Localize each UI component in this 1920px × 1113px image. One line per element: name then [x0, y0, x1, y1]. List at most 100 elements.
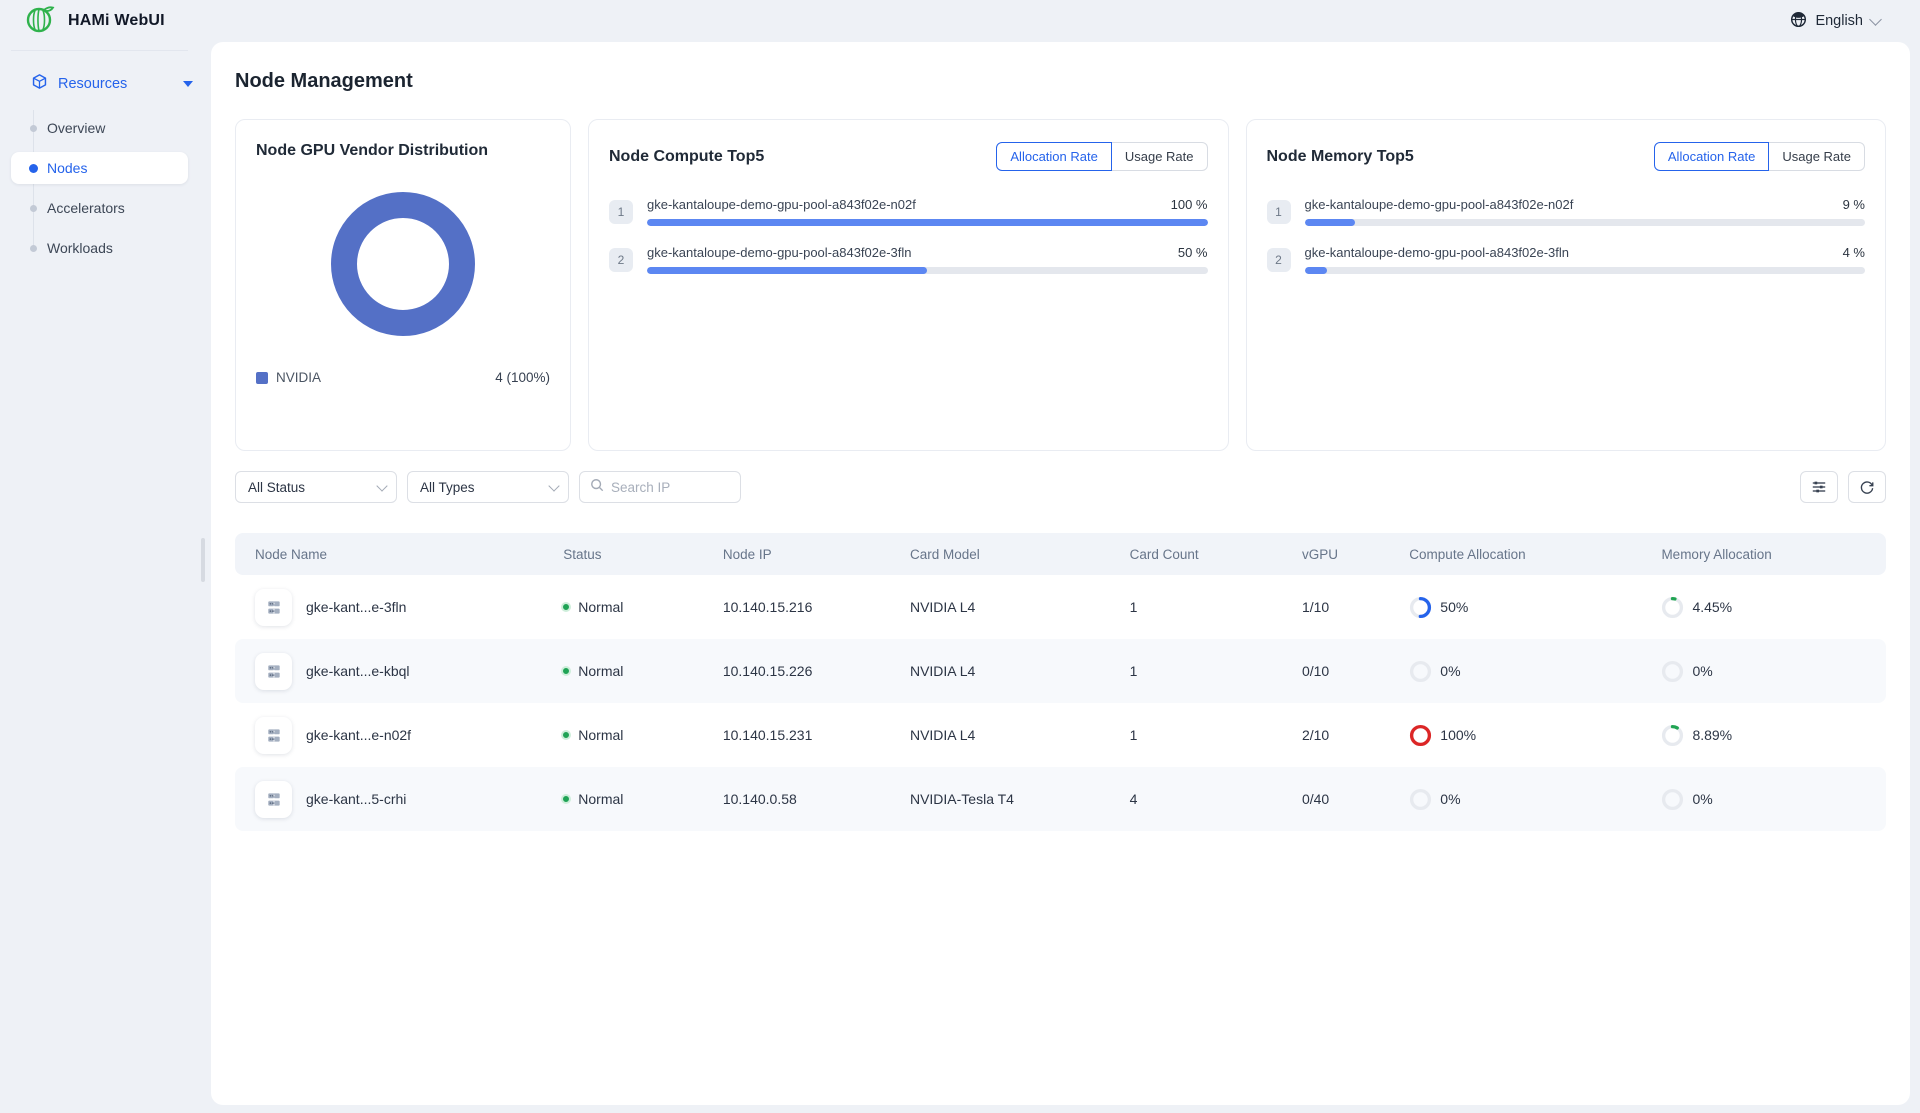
compute-top5-card: Node Compute Top5 Allocation Rate Usage …	[588, 119, 1229, 451]
compute-ring-gauge	[1409, 788, 1432, 811]
refresh-button[interactable]	[1848, 471, 1886, 503]
top5-rate-value: 4 %	[1843, 245, 1865, 260]
memory-card-title: Node Memory Top5	[1267, 148, 1414, 166]
col-node-name: Node Name	[255, 547, 563, 562]
node-name: gke-kant...e-n02f	[306, 727, 411, 743]
main-panel: Node Management Node GPU Vendor Distribu…	[211, 42, 1910, 1105]
sidebar-item-label: Overview	[47, 120, 105, 136]
memory-allocation-cell: 4.45%	[1661, 596, 1886, 619]
col-card-count: Card Count	[1130, 547, 1302, 562]
col-vgpu: vGPU	[1302, 547, 1409, 562]
memory-allocation-value: 0%	[1692, 791, 1712, 807]
rank-badge: 2	[609, 248, 633, 272]
memory-allocation-cell: 0%	[1661, 660, 1886, 683]
node-ip: 10.140.0.58	[723, 791, 910, 807]
status-label: Normal	[578, 727, 623, 743]
language-label: English	[1815, 13, 1863, 29]
usage-rate-button[interactable]: Usage Rate	[1769, 142, 1865, 171]
memory-ring-gauge	[1661, 660, 1684, 683]
rank-badge: 1	[1267, 200, 1291, 224]
legend-swatch-icon	[256, 372, 268, 384]
top5-progress-bar	[1305, 219, 1866, 226]
card-model: NVIDIA-Tesla T4	[910, 791, 1130, 807]
node-icon	[255, 717, 292, 754]
status-filter-select[interactable]: All Status	[235, 471, 397, 503]
column-settings-icon	[1811, 479, 1827, 495]
usage-rate-button[interactable]: Usage Rate	[1112, 142, 1208, 171]
top5-rate-value: 50 %	[1178, 245, 1208, 260]
allocation-rate-button[interactable]: Allocation Rate	[996, 142, 1111, 171]
top5-node-name: gke-kantaloupe-demo-gpu-pool-a843f02e-n0…	[647, 197, 916, 212]
sidebar-section-resources[interactable]: Resources	[0, 65, 211, 102]
sidebar-resize-handle[interactable]	[201, 538, 205, 582]
node-icon	[255, 653, 292, 690]
sidebar-item-nodes[interactable]: Nodes	[11, 152, 188, 184]
node-name: gke-kant...5-crhi	[306, 791, 406, 807]
status-label: Normal	[578, 791, 623, 807]
compute-allocation-cell: 50%	[1409, 596, 1661, 619]
compute-ring-gauge	[1409, 660, 1432, 683]
vendor-distribution-card: Node GPU Vendor Distribution NVIDIA 4 (1…	[235, 119, 571, 451]
search-ip-input[interactable]	[611, 480, 721, 495]
compute-allocation-cell: 100%	[1409, 724, 1661, 747]
nodes-table: Node Name Status Node IP Card Model Card…	[235, 533, 1886, 831]
top5-node-name: gke-kantaloupe-demo-gpu-pool-a843f02e-3f…	[647, 245, 912, 260]
top5-progress-bar	[1305, 267, 1866, 274]
memory-top5-card: Node Memory Top5 Allocation Rate Usage R…	[1246, 119, 1887, 451]
vendor-donut-arc	[344, 205, 462, 323]
tree-dot-icon	[30, 205, 37, 212]
top5-progress-bar	[647, 219, 1208, 226]
sidebar-item-label: Accelerators	[47, 200, 125, 216]
compute-allocation-cell: 0%	[1409, 788, 1661, 811]
table-row[interactable]: gke-kant...e-kbql Normal 10.140.15.226 N…	[235, 639, 1886, 703]
node-name: gke-kant...e-3fln	[306, 599, 406, 615]
chevron-down-icon	[548, 480, 559, 491]
search-ip-box	[579, 471, 741, 503]
status-normal-icon	[563, 668, 569, 674]
sidebar-section-label: Resources	[58, 76, 127, 92]
status-label: Normal	[578, 663, 623, 679]
app-title: HAMi WebUI	[68, 12, 165, 30]
top5-item: 1 gke-kantaloupe-demo-gpu-pool-a843f02e-…	[1267, 197, 1866, 226]
sidebar-item-workloads[interactable]: Workloads	[11, 232, 188, 264]
sidebar-divider	[11, 50, 188, 51]
sidebar-tree: Overview Nodes Accelerators Workloads	[0, 112, 211, 264]
node-icon	[255, 589, 292, 626]
table-row[interactable]: gke-kant...e-3fln Normal 10.140.15.216 N…	[235, 575, 1886, 639]
table-toolbar: All Status All Types	[235, 471, 1886, 503]
compute-top5-list: 1 gke-kantaloupe-demo-gpu-pool-a843f02e-…	[609, 197, 1208, 274]
node-icon	[255, 781, 292, 818]
sidebar: Resources Overview Nodes Accelerators Wo…	[0, 42, 211, 1113]
status-normal-icon	[563, 796, 569, 802]
language-selector[interactable]: English	[1790, 11, 1880, 32]
globe-icon	[1790, 11, 1807, 32]
table-row[interactable]: gke-kant...5-crhi Normal 10.140.0.58 NVI…	[235, 767, 1886, 831]
col-card-model: Card Model	[910, 547, 1130, 562]
vgpu-ratio: 0/10	[1302, 663, 1409, 679]
sidebar-item-label: Workloads	[47, 240, 113, 256]
hami-logo-icon	[24, 3, 56, 40]
sidebar-item-overview[interactable]: Overview	[11, 112, 188, 144]
memory-ring-gauge	[1661, 788, 1684, 811]
rank-badge: 1	[609, 200, 633, 224]
col-node-ip: Node IP	[723, 547, 910, 562]
vgpu-ratio: 1/10	[1302, 599, 1409, 615]
type-filter-select[interactable]: All Types	[407, 471, 569, 503]
memory-allocation-value: 0%	[1692, 663, 1712, 679]
table-row[interactable]: gke-kant...e-n02f Normal 10.140.15.231 N…	[235, 703, 1886, 767]
card-model: NVIDIA L4	[910, 599, 1130, 615]
compute-allocation-value: 0%	[1440, 663, 1460, 679]
top5-item: 1 gke-kantaloupe-demo-gpu-pool-a843f02e-…	[609, 197, 1208, 226]
compute-allocation-value: 100%	[1440, 727, 1476, 743]
memory-rate-toggle: Allocation Rate Usage Rate	[1654, 142, 1865, 171]
status-label: Normal	[578, 599, 623, 615]
col-memory-allocation: Memory Allocation	[1661, 547, 1886, 562]
card-count: 1	[1130, 727, 1302, 743]
chevron-down-icon	[1869, 13, 1882, 26]
allocation-rate-button[interactable]: Allocation Rate	[1654, 142, 1769, 171]
column-settings-button[interactable]	[1800, 471, 1838, 503]
node-ip: 10.140.15.231	[723, 727, 910, 743]
card-count: 1	[1130, 599, 1302, 615]
top-header: HAMi WebUI English	[0, 0, 1920, 42]
sidebar-item-accelerators[interactable]: Accelerators	[11, 192, 188, 224]
